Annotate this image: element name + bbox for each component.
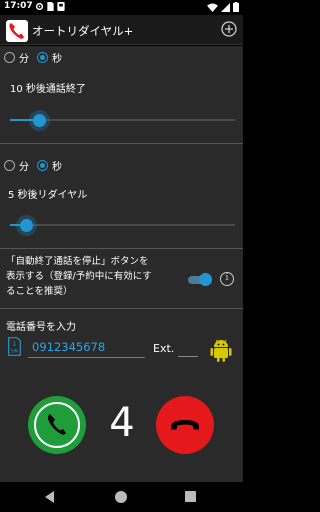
sim-icon [47,2,54,11]
recent-apps-icon[interactable] [185,491,196,502]
divider [0,248,243,249]
phone-logo-icon [6,20,28,42]
call-duration-slider[interactable] [10,111,235,129]
nav-bar [0,482,243,512]
call-button[interactable] [28,396,86,454]
slider-track [10,224,235,226]
radio-minutes[interactable] [4,52,15,63]
redial-counter: 4 [109,400,135,446]
redial-delay-slider[interactable] [10,216,235,234]
toggle-thumb [199,273,212,286]
add-circle-icon[interactable] [221,21,237,37]
info-icon[interactable]: i [220,272,234,286]
phone-number-label: 電話番号を入力 [6,322,76,333]
app-bar: オートリダイヤル+ [0,15,243,45]
notice-line: 表示する（登録/予約中に有効にす [6,271,152,282]
svg-text:1: 1 [13,341,17,348]
auto-end-toggle[interactable] [186,273,212,287]
slider-thumb[interactable] [33,114,47,127]
wifi-icon [207,2,218,12]
status-left-icons [35,2,65,11]
slider-thumb[interactable] [19,219,33,232]
radio-minutes-label: 分 [19,54,29,65]
content-area: 分 秒 10 秒後通話終了 分 秒 5 秒後リダイヤル 「自動終了通話を停止」ボ… [0,46,243,482]
divider [0,143,243,144]
hangup-icon [171,420,199,430]
status-right-icons [207,2,239,12]
phone-number-input[interactable]: 0912345678 [28,338,145,358]
call-duration-label: 10 秒後通話終了 [10,84,86,95]
radio-minutes[interactable] [4,160,15,171]
auto-end-notice: 「自動終了通話を停止」ボタンを 表示する（登録/予約中に有効にす ることを推奨） [6,254,186,299]
notice-line: 「自動終了通話を停止」ボタンを [6,256,149,267]
battery-icon [233,2,239,12]
ext-label: Ext. [153,342,175,355]
android-icon[interactable] [209,337,233,363]
radio-minutes-label: 分 [19,162,29,173]
radio-seconds-label: 秒 [52,54,62,65]
signal-icon [221,2,230,12]
home-icon[interactable] [115,491,127,503]
call-duration-unit-group: 分 秒 [4,50,70,65]
sim-icon[interactable]: 1 SIM [8,337,21,356]
app-title: オートリダイヤル+ [32,24,134,38]
back-icon[interactable] [45,491,55,503]
status-bar: 17:07 [0,0,243,14]
radio-seconds[interactable] [37,52,48,63]
svg-text:SIM: SIM [11,349,19,354]
divider [0,308,243,309]
ext-input[interactable] [178,356,198,357]
notice-line: ることを推奨） [6,286,73,297]
hangup-button[interactable] [156,396,214,454]
status-time: 17:07 [4,1,33,11]
card-icon [57,2,65,11]
gear-icon [35,2,44,11]
redial-delay-label: 5 秒後リダイヤル [8,190,88,201]
radio-seconds-label: 秒 [52,162,62,173]
redial-delay-unit-group: 分 秒 [4,158,70,173]
phone-icon [34,402,80,448]
radio-seconds[interactable] [37,160,48,171]
